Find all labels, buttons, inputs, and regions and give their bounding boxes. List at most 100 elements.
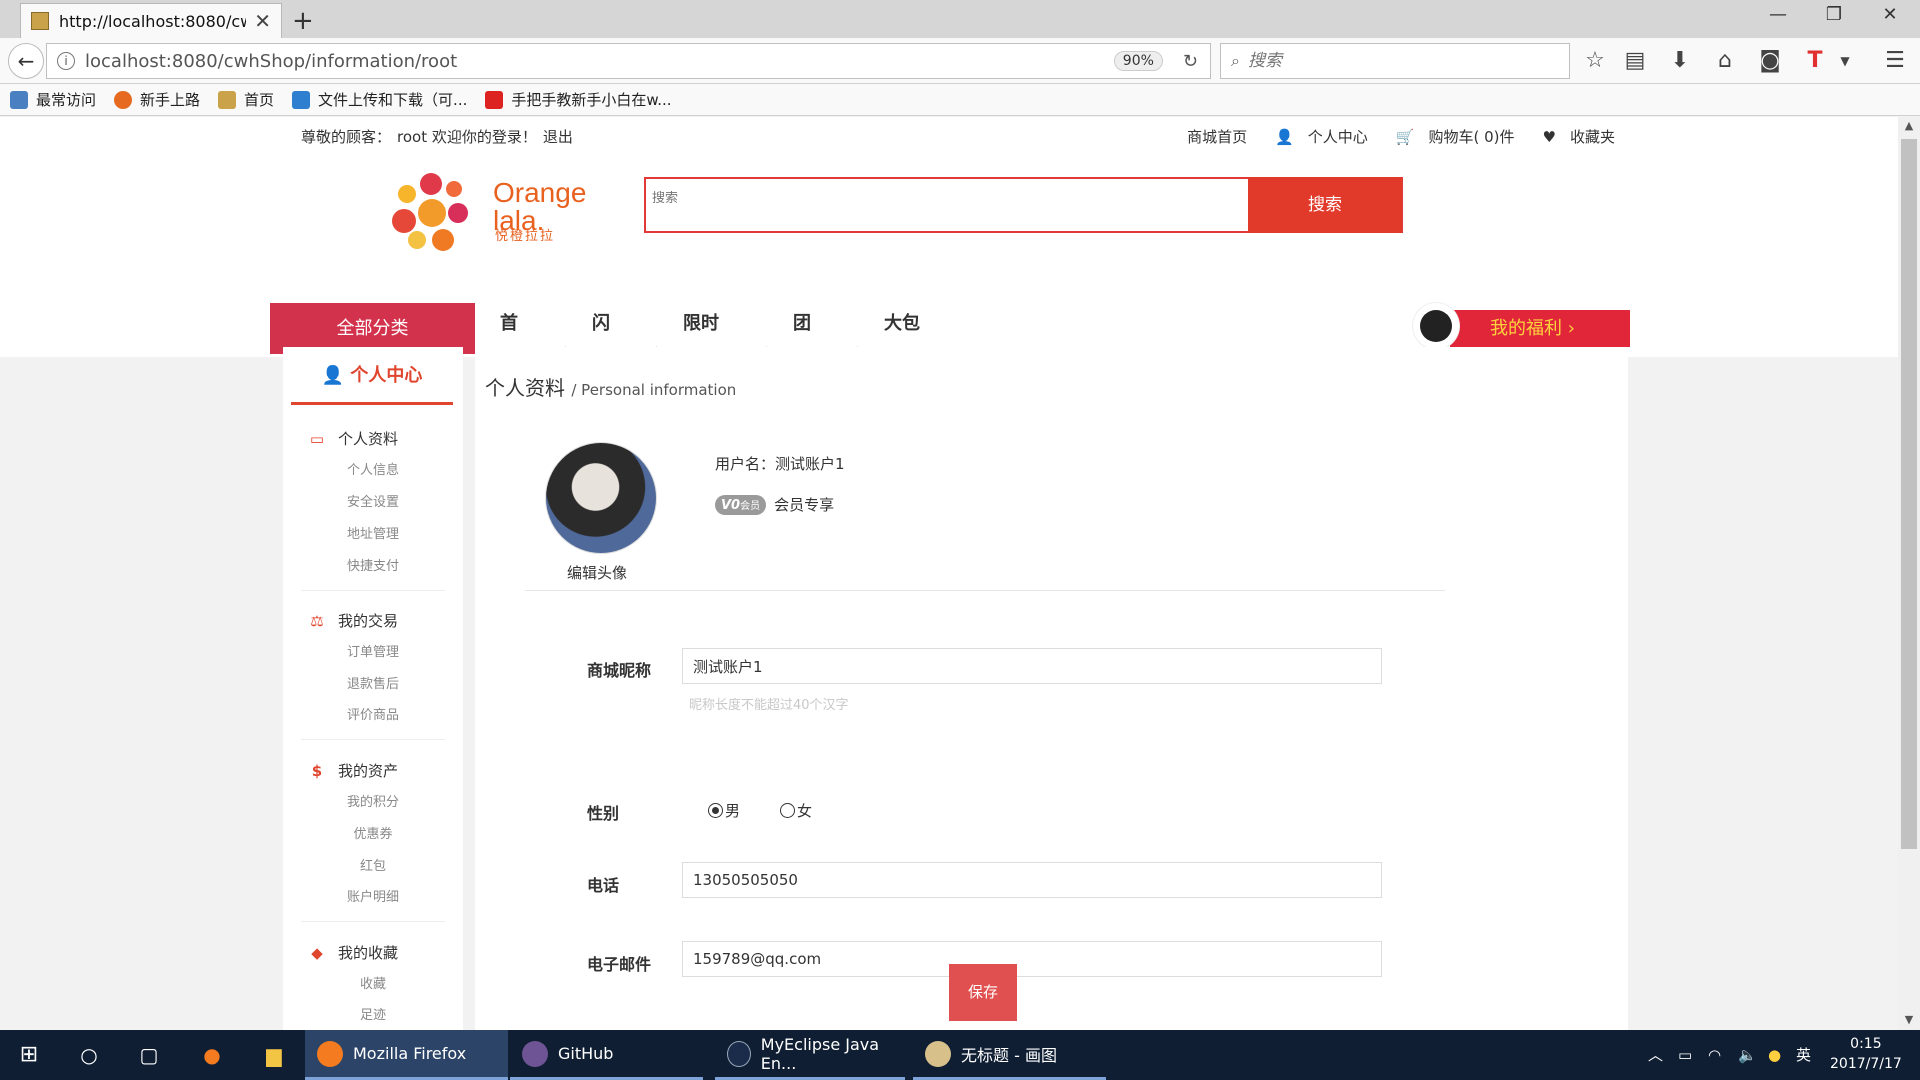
my-welfare-button[interactable]: 我的福利 › — [1450, 310, 1630, 347]
sidebar-item-reviews[interactable]: 评价商品 — [283, 704, 463, 723]
nav-item-flash[interactable]: 闪 — [592, 309, 610, 335]
translate-extension-icon[interactable]: T — [1800, 48, 1830, 73]
sidebar-item-red-packets[interactable]: 红包 — [283, 855, 463, 874]
scroll-down-icon[interactable]: ▼ — [1898, 1013, 1920, 1026]
mall-home-link[interactable]: 商城首页 — [1187, 126, 1247, 147]
myeclipse-icon — [727, 1040, 751, 1067]
nav-item-home[interactable]: 首 — [500, 309, 518, 335]
site-search-input[interactable] — [652, 191, 1252, 206]
id-card-icon: ▭ — [309, 429, 325, 448]
reading-list-icon[interactable]: ▤ — [1620, 48, 1650, 73]
volume-icon[interactable]: 🔈 — [1738, 1030, 1757, 1080]
site-logo[interactable]: Orange lala. 悦橙拉拉 — [390, 169, 590, 259]
sidebar-item-footprints[interactable]: 足迹 — [283, 1004, 463, 1023]
bookmark-most-visited[interactable]: 最常访问 — [10, 89, 96, 110]
weather-icon[interactable]: ● — [1768, 1030, 1781, 1080]
logout-link[interactable]: 退出 — [543, 128, 573, 146]
email-input[interactable] — [682, 941, 1382, 977]
taskbar-app-firefox[interactable]: Mozilla Firefox — [305, 1030, 508, 1080]
url-text[interactable]: localhost:8080/cwhShop/information/root — [85, 51, 1114, 72]
firefox-pinned-icon[interactable]: ● — [183, 1030, 241, 1080]
back-button[interactable]: ← — [8, 43, 44, 79]
url-bar[interactable]: i localhost:8080/cwhShop/information/roo… — [46, 43, 1211, 79]
site-search-button[interactable]: 搜索 — [1248, 177, 1402, 233]
page-viewport: 尊敬的顾客： root 欢迎你的登录！ 退出 商城首页 👤 个人中心 🛒 购物车( 0)… — [0, 117, 1898, 1030]
csdn-icon — [485, 90, 504, 109]
sidebar-group-favorites[interactable]: ◆ 我的收藏 — [308, 942, 398, 963]
tag-icon: ◆ — [311, 943, 323, 962]
page-scrollbar[interactable]: ▲ ▼ — [1898, 117, 1920, 1030]
close-window-button[interactable]: ✕ — [1870, 4, 1910, 25]
reload-icon[interactable]: ↻ — [1183, 51, 1198, 72]
restore-window-button[interactable]: ❐ — [1814, 4, 1854, 25]
search-icon: ⌕ — [1231, 51, 1240, 70]
bookmark-tutorial[interactable]: 手把手教新手小白在w... — [485, 89, 672, 110]
ime-indicator[interactable]: 英 — [1796, 1030, 1811, 1080]
download-icon[interactable]: ⬇ — [1665, 48, 1695, 73]
extension-dropdown-icon[interactable]: ▼ — [1830, 54, 1860, 68]
zoom-level-badge[interactable]: 90% — [1113, 51, 1163, 71]
sidebar-item-coupons[interactable]: 优惠券 — [283, 823, 463, 842]
sidebar-item-personal-info[interactable]: 个人信息 — [283, 459, 463, 478]
sidebar-divider — [301, 921, 445, 922]
bookmark-home[interactable]: 首页 — [218, 89, 274, 110]
browser-nav-bar: ← i localhost:8080/cwhShop/information/r… — [0, 38, 1920, 84]
sidebar-item-address[interactable]: 地址管理 — [283, 523, 463, 542]
menu-icon[interactable]: ☰ — [1880, 48, 1910, 73]
user-center-link[interactable]: 👤 个人中心 — [1261, 126, 1368, 147]
sidebar-group-assets[interactable]: $ 我的资产 — [308, 760, 398, 781]
save-button[interactable]: 保存 — [949, 964, 1017, 1021]
bookmark-file-upload[interactable]: 文件上传和下载（可... — [292, 89, 467, 110]
taskbar-app-github[interactable]: GitHub — [510, 1030, 703, 1080]
page-title: 个人资料 / Personal information — [485, 376, 737, 400]
nav-item-group[interactable]: 团 — [793, 309, 811, 335]
nav-item-limited[interactable]: 限时 — [683, 309, 719, 335]
sidebar-item-collections[interactable]: 收藏 — [283, 973, 463, 992]
sidebar-item-quick-pay[interactable]: 快捷支付 — [283, 555, 463, 574]
edit-avatar-link[interactable]: 编辑头像 — [567, 562, 627, 583]
wifi-icon[interactable]: ◠ — [1708, 1030, 1721, 1080]
page-favicon-icon — [31, 12, 49, 30]
vip-info: V0会员 会员专享 — [715, 494, 834, 515]
sidebar-group-profile[interactable]: ▭ 个人资料 — [308, 428, 398, 449]
bookmark-star-icon[interactable]: ☆ — [1580, 48, 1610, 73]
start-button-icon[interactable]: ⊞ — [0, 1030, 58, 1080]
sidebar-item-points[interactable]: 我的积分 — [283, 791, 463, 810]
browser-tab-active[interactable]: http://localhost:8080/cwh ✕ — [20, 3, 282, 38]
cortana-search-icon[interactable]: ○ — [60, 1030, 118, 1080]
clock[interactable]: 0:15 2017/7/17 — [1830, 1034, 1902, 1074]
browser-search-bar[interactable]: ⌕ — [1220, 43, 1570, 79]
gender-male-radio[interactable]: 男 — [708, 800, 740, 821]
site-info-icon[interactable]: i — [57, 52, 75, 70]
sidebar-item-refunds[interactable]: 退款售后 — [283, 673, 463, 692]
file-explorer-icon[interactable]: ▆ — [245, 1030, 303, 1080]
nickname-input[interactable] — [682, 648, 1382, 684]
battery-icon[interactable]: ▭ — [1678, 1030, 1692, 1080]
favorites-link[interactable]: ♥ 收藏夹 — [1529, 126, 1615, 147]
pocket-icon[interactable]: ◙ — [1755, 48, 1785, 73]
minimize-window-button[interactable]: — — [1758, 4, 1798, 25]
phone-input[interactable] — [682, 862, 1382, 898]
gender-female-radio[interactable]: 女 — [780, 800, 812, 821]
task-view-icon[interactable]: ▢ — [120, 1030, 178, 1080]
home-icon[interactable]: ⌂ — [1710, 48, 1740, 73]
sidebar-item-orders[interactable]: 订单管理 — [283, 641, 463, 660]
sidebar-group-trades[interactable]: ⚖ 我的交易 — [308, 610, 398, 631]
bookmark-icon — [10, 90, 28, 109]
nickname-hint: 昵称长度不能超过40个汉字 — [689, 698, 849, 713]
welfare-avatar-icon — [1413, 303, 1459, 349]
close-tab-icon[interactable]: ✕ — [254, 9, 271, 33]
taskbar-app-paint[interactable]: 无标题 - 画图 — [913, 1030, 1106, 1080]
sidebar-item-account-details[interactable]: 账户明细 — [283, 886, 463, 905]
bookmark-getting-started[interactable]: 新手上路 — [114, 89, 200, 110]
browser-search-input[interactable] — [1247, 51, 1548, 71]
sidebar-item-security[interactable]: 安全设置 — [283, 491, 463, 510]
new-tab-button[interactable]: + — [292, 6, 314, 36]
scroll-thumb[interactable] — [1901, 139, 1917, 849]
scroll-up-icon[interactable]: ▲ — [1898, 119, 1920, 132]
avatar[interactable] — [545, 442, 657, 554]
cart-link[interactable]: 🛒 购物车( 0)件 — [1382, 126, 1515, 147]
show-hidden-icons-icon[interactable]: ︿ — [1648, 1030, 1663, 1080]
taskbar-app-myeclipse[interactable]: MyEclipse Java En... — [715, 1030, 905, 1080]
nav-item-big-pack[interactable]: 大包 — [884, 309, 920, 335]
